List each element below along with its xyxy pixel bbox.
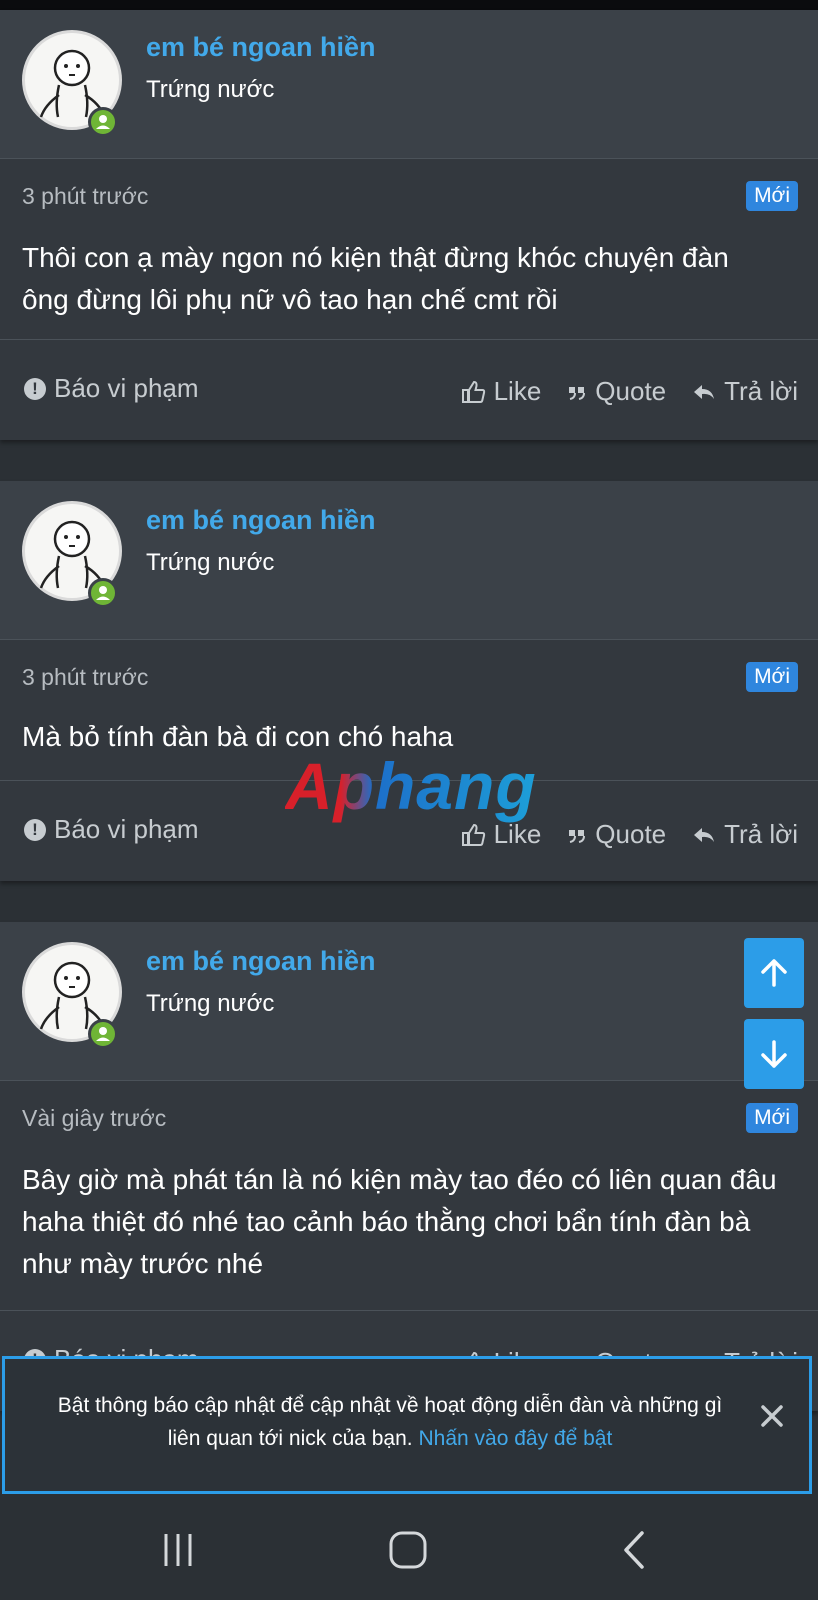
forum-post: em bé ngoan hiền Trứng nước Vài giây trư… xyxy=(0,922,818,1411)
thumbs-up-icon xyxy=(461,823,485,846)
post-header: em bé ngoan hiền Trứng nước xyxy=(0,10,818,159)
home-button[interactable] xyxy=(386,1528,430,1572)
alert-icon: ! xyxy=(24,818,46,841)
reply-icon xyxy=(694,384,715,399)
scroll-up-button[interactable] xyxy=(744,938,804,1008)
status-bar xyxy=(0,0,818,10)
username-link[interactable]: em bé ngoan hiền xyxy=(146,32,376,63)
post-body: 3 phút trước Mới Thôi con ạ mày ngon nó … xyxy=(0,159,818,340)
quote-button[interactable]: Quote xyxy=(567,819,666,850)
reply-button[interactable]: Trả lời xyxy=(692,819,798,850)
username-link[interactable]: em bé ngoan hiền xyxy=(146,505,376,536)
quote-icon xyxy=(569,386,586,400)
reply-label: Trả lời xyxy=(724,819,798,849)
post-timestamp[interactable]: 3 phút trước xyxy=(22,183,148,210)
forum-post: em bé ngoan hiền Trứng nước 3 phút trước… xyxy=(0,10,818,440)
username-link[interactable]: em bé ngoan hiền xyxy=(146,946,376,977)
online-status-icon xyxy=(88,107,118,137)
arrow-up-icon xyxy=(761,959,787,987)
post-header: em bé ngoan hiền Trứng nước xyxy=(0,922,818,1081)
post-body: Vài giây trước Mới Bây giờ mà phát tán l… xyxy=(0,1081,818,1311)
close-banner-button[interactable] xyxy=(757,1401,787,1431)
new-badge: Mới xyxy=(746,1103,798,1133)
home-icon xyxy=(389,1531,427,1569)
post-message: Thôi con ạ mày ngon nó kiện thật đừng kh… xyxy=(22,242,729,315)
post-actions: ! Báo vi phạm Like Quote Tr xyxy=(0,340,818,440)
quote-button[interactable]: Quote xyxy=(567,376,666,407)
notification-text: Bật thông báo cập nhật để cập nhật về ho… xyxy=(45,1389,735,1455)
watermark-logo: Aphang xyxy=(285,749,537,823)
post-timestamp[interactable]: 3 phút trước xyxy=(22,664,148,691)
recents-button[interactable] xyxy=(156,1528,200,1572)
enable-notifications-link[interactable]: Nhấn vào đây để bật xyxy=(418,1427,612,1450)
user-title: Trứng nước xyxy=(146,76,275,103)
scroll-down-button[interactable] xyxy=(744,1019,804,1089)
recents-icon xyxy=(164,1534,192,1566)
user-title: Trứng nước xyxy=(146,549,275,576)
post-message: Bây giờ mà phát tán là nó kiện mày tao đ… xyxy=(22,1164,777,1279)
report-label: Báo vi phạm xyxy=(54,814,199,844)
online-status-icon xyxy=(88,578,118,608)
back-icon xyxy=(624,1531,644,1569)
like-button[interactable]: Like xyxy=(460,376,542,407)
report-button[interactable]: ! Báo vi phạm xyxy=(24,373,199,404)
reply-label: Trả lời xyxy=(724,376,798,406)
arrow-down-icon xyxy=(761,1040,787,1068)
reply-button[interactable]: Trả lời xyxy=(692,376,798,407)
back-button[interactable] xyxy=(614,1528,658,1572)
post-header: em bé ngoan hiền Trứng nước xyxy=(0,481,818,640)
notification-message: Bật thông báo cập nhật để cập nhật về ho… xyxy=(57,1394,723,1450)
like-label: Like xyxy=(493,376,542,406)
new-badge: Mới xyxy=(746,662,798,692)
post-timestamp[interactable]: Vài giây trước xyxy=(22,1105,166,1132)
close-icon xyxy=(761,1405,783,1427)
quote-icon xyxy=(569,829,586,843)
thumbs-up-icon xyxy=(461,380,485,403)
quote-label: Quote xyxy=(595,819,667,849)
user-title: Trứng nước xyxy=(146,990,275,1017)
report-label: Báo vi phạm xyxy=(54,373,199,403)
system-navigation-bar xyxy=(0,1498,818,1600)
online-status-icon xyxy=(88,1019,118,1049)
new-badge: Mới xyxy=(746,181,798,211)
notification-banner: Bật thông báo cập nhật để cập nhật về ho… xyxy=(2,1356,812,1494)
alert-icon: ! xyxy=(24,377,46,400)
reply-icon xyxy=(694,827,715,842)
report-button[interactable]: ! Báo vi phạm xyxy=(24,814,199,845)
quote-label: Quote xyxy=(595,376,667,406)
